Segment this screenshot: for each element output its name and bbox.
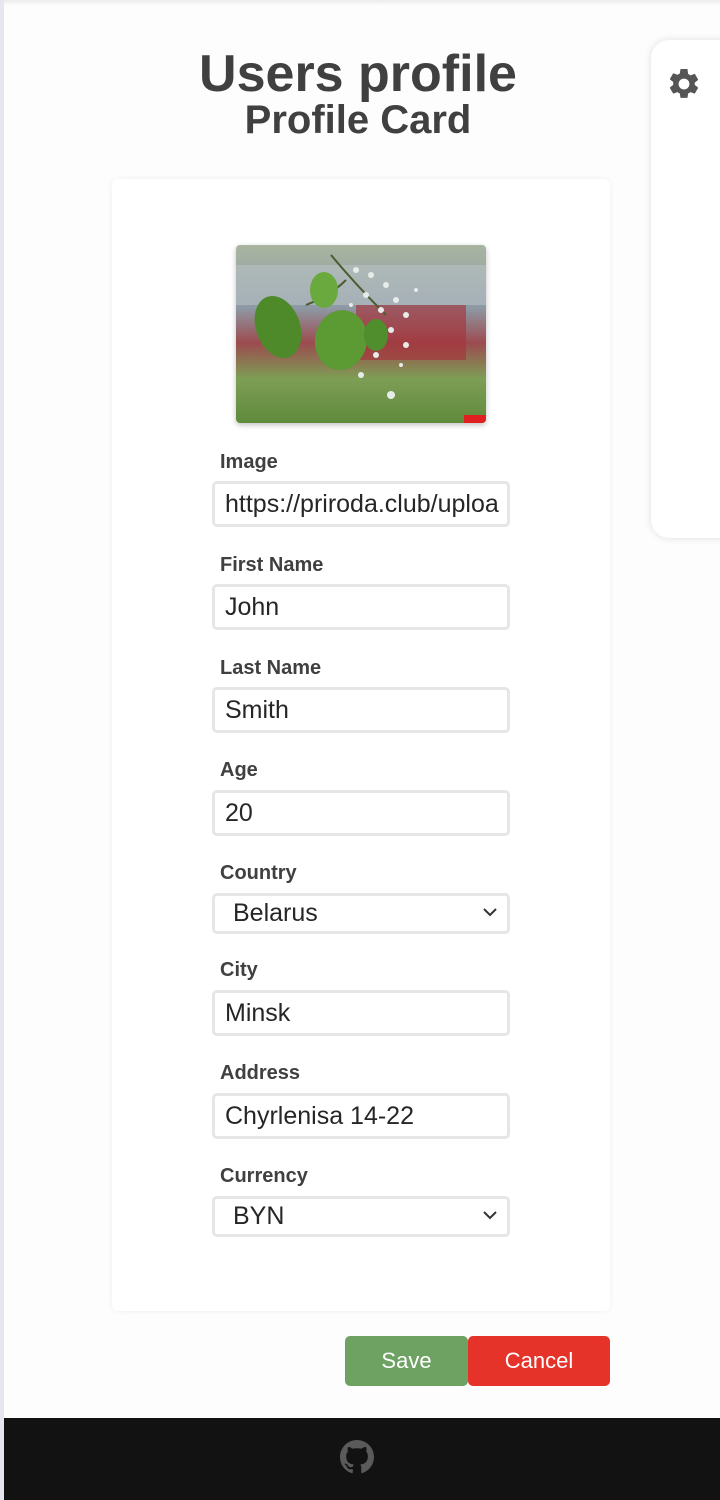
top-bar-shadow — [4, 0, 720, 6]
chevron-down-icon — [483, 908, 497, 917]
address-input[interactable]: Chyrlenisa 14-22 — [212, 1093, 510, 1139]
first-name-input[interactable]: John — [212, 584, 510, 630]
country-select-value: Belarus — [233, 899, 318, 927]
first-name-label: First Name — [220, 554, 324, 576]
chevron-down-icon — [483, 1211, 497, 1220]
currency-select[interactable]: BYN — [212, 1196, 510, 1237]
profile-image — [236, 245, 486, 423]
last-name-label: Last Name — [220, 657, 322, 679]
save-button[interactable]: Save — [345, 1336, 468, 1386]
address-label: Address — [220, 1062, 301, 1084]
cancel-button[interactable]: Cancel — [468, 1336, 610, 1386]
github-icon[interactable] — [340, 1440, 374, 1474]
page-subtitle: Profile Card — [244, 98, 472, 142]
city-input[interactable]: Minsk — [212, 990, 510, 1036]
page-title: Users profile — [199, 45, 517, 103]
country-select[interactable]: Belarus — [212, 893, 510, 934]
country-label: Country — [220, 862, 297, 884]
image-label: Image — [220, 451, 278, 473]
currency-label: Currency — [220, 1165, 308, 1187]
settings-panel — [651, 40, 720, 538]
city-label: City — [220, 959, 258, 981]
age-input[interactable]: 20 — [212, 790, 510, 836]
image-url-input[interactable]: https://priroda.club/uploa — [212, 481, 510, 527]
gear-icon[interactable] — [666, 66, 702, 102]
age-label: Age — [220, 759, 258, 781]
currency-select-value: BYN — [233, 1202, 285, 1230]
last-name-input[interactable]: Smith — [212, 687, 510, 733]
